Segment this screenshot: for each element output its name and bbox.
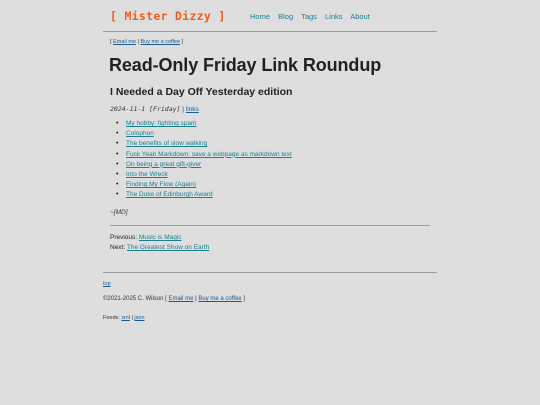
copyright-text: ©2021-2025 C. Wilson xyxy=(103,296,164,302)
list-item: • The benefits of slow walking xyxy=(116,139,292,149)
feed-xml-link[interactable]: xml xyxy=(121,315,130,321)
nav-tags[interactable]: Tags xyxy=(301,12,317,21)
link-item[interactable]: Colophon xyxy=(126,130,154,137)
link-list: • My hobby: fighting spam • Colophon • The … xyxy=(116,119,292,201)
nav-links[interactable]: Links xyxy=(325,12,343,21)
copyright-line: ©2021-2025 C. Wilson [ Email me | Buy me… xyxy=(103,296,245,302)
feeds-label: Feeds: xyxy=(103,315,120,321)
bullet-icon: • xyxy=(116,120,119,127)
bullet-icon: • xyxy=(116,170,119,178)
post-date: 2024-11-1 [Friday] xyxy=(110,105,181,113)
link-item[interactable]: On being a great gift-giver xyxy=(126,161,201,168)
main-nav: Home Blog Tags Links About xyxy=(250,12,376,21)
support-email-link[interactable]: Email me xyxy=(113,39,136,45)
bullet-icon: • xyxy=(116,181,119,189)
list-item: • Into the Wreck xyxy=(116,170,292,180)
post-navigation: Previous: Music is Magic Next: The Great… xyxy=(110,233,209,253)
link-item[interactable]: The benefits of slow walking xyxy=(126,140,207,147)
next-label: Next: xyxy=(110,244,126,251)
bullet-icon: • xyxy=(116,140,119,148)
top-link[interactable]: top xyxy=(103,281,111,287)
bullet-icon: • xyxy=(116,191,119,199)
link-item[interactable]: The Duke of Edinburgh Award xyxy=(126,191,213,198)
bullet-icon: • xyxy=(116,150,119,158)
next-post: Next: The Greatest Show on Earth xyxy=(110,243,209,253)
nav-blog[interactable]: Blog xyxy=(278,12,293,21)
link-item[interactable]: Finding My Flow (Again) xyxy=(126,181,196,188)
previous-label: Previous: xyxy=(110,234,138,241)
nav-home[interactable]: Home xyxy=(250,12,270,21)
previous-post: Previous: Music is Magic xyxy=(110,233,209,243)
list-item: • Finding My Flow (Again) xyxy=(116,180,292,190)
link-item[interactable]: My hobby: fighting spam xyxy=(126,120,196,127)
feed-json-link[interactable]: json xyxy=(134,315,144,321)
footer-coffee-link[interactable]: Buy me a coffee xyxy=(198,296,241,302)
footer-divider xyxy=(103,272,437,273)
link-item[interactable]: Fuck Yeah Markdown: save a webpage as ma… xyxy=(126,151,292,158)
post-divider xyxy=(110,225,430,226)
previous-post-link[interactable]: Music is Magic xyxy=(139,234,182,241)
site-title-link[interactable]: [ Mister Dizzy ] xyxy=(110,9,226,23)
bullet-icon: • xyxy=(116,160,119,168)
footer-email-link[interactable]: Email me xyxy=(168,296,193,302)
post-meta: 2024-11-1 [Friday] | links xyxy=(110,105,199,113)
footer-top: top xyxy=(103,281,111,287)
list-item: • On being a great gift-giver xyxy=(116,160,292,170)
list-item: • My hobby: fighting spam xyxy=(116,119,292,129)
page-title: Read-Only Friday Link Roundup xyxy=(109,55,382,75)
link-item[interactable]: Into the Wreck xyxy=(126,171,168,178)
site-header: [ Mister Dizzy ] Home Blog Tags Links Ab… xyxy=(110,8,437,30)
list-item: • Colophon xyxy=(116,129,292,139)
support-coffee-link[interactable]: Buy me a coffee xyxy=(140,39,180,45)
post-subtitle: I Needed a Day Off Yesterday edition xyxy=(110,86,293,98)
bullet-icon: • xyxy=(116,130,119,138)
list-item: • The Duke of Edinburgh Award xyxy=(116,190,292,200)
post-signature: ~[MD] xyxy=(110,209,128,216)
next-post-link[interactable]: The Greatest Show on Earth xyxy=(127,244,209,251)
feeds-line: Feeds: xml | json xyxy=(103,315,145,321)
tag-link[interactable]: links xyxy=(186,106,199,113)
nav-about[interactable]: About xyxy=(350,12,370,21)
support-bar: [ Email me | Buy me a coffee ] xyxy=(110,39,184,45)
list-item: • Fuck Yeah Markdown: save a webpage as m… xyxy=(116,150,292,160)
header-divider xyxy=(103,31,437,32)
